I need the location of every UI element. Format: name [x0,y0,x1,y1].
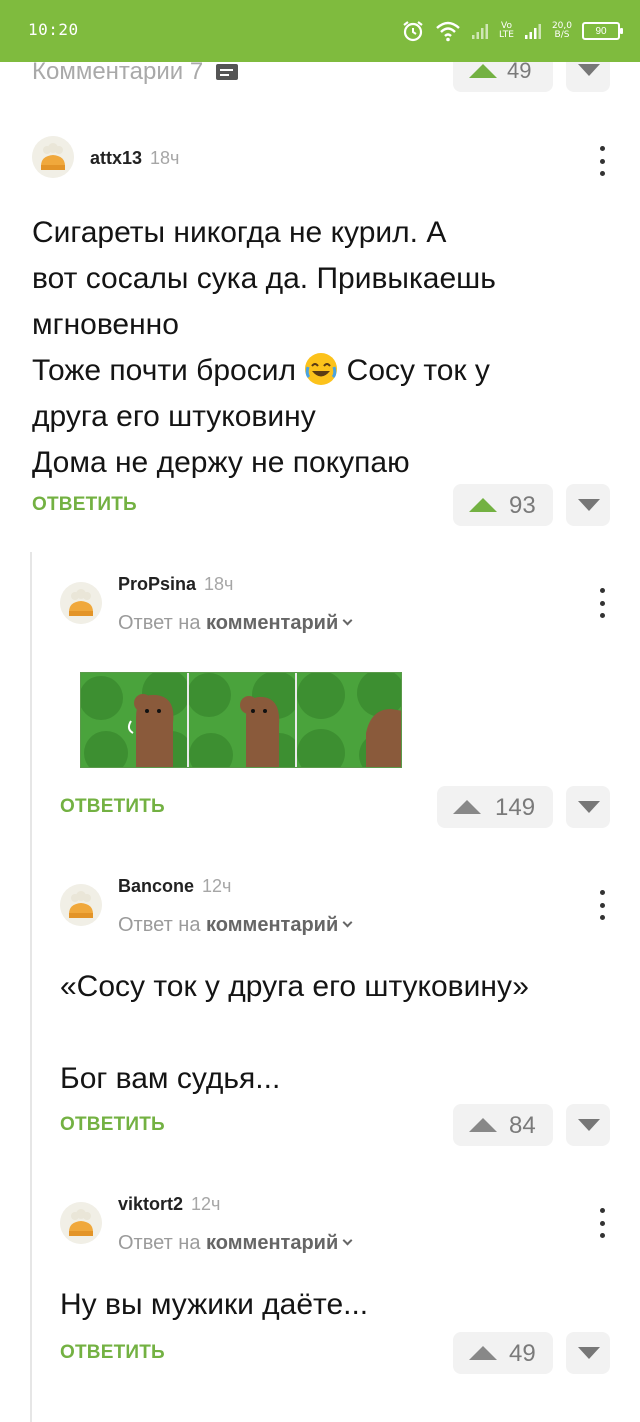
frame-3 [296,673,401,767]
status-bar: 10:20 Vo LTE 20,0 B/S 90 [0,0,640,62]
downvote-arrow-icon [578,1347,600,1359]
upvote-button[interactable]: 149 [437,786,553,828]
volte-indicator: Vo LTE [498,21,514,40]
more-options-icon[interactable] [598,1208,606,1238]
reply-button[interactable]: Ответить [60,796,165,818]
signal-icon-2 [524,22,542,40]
downvote-arrow-icon [578,1119,600,1131]
laughing-emoji-icon [304,352,338,386]
upvote-arrow-icon [469,64,497,78]
reply-button[interactable]: Ответить [60,1342,165,1364]
alarm-icon [401,19,425,43]
reply-to-link[interactable]: Ответ на комментарий [118,914,353,937]
comment-text: Ну вы мужики даёте... [60,1288,369,1321]
comment-text: Сигареты никогда не курил. А вот сосалы … [32,216,496,479]
post-downvote-button[interactable] [566,62,610,92]
upvote-arrow-icon [453,800,481,814]
comments-count-label: Комментарии 7 [32,62,204,85]
status-icons: Vo LTE 20,0 B/S 90 [401,16,623,46]
downvote-arrow-icon [578,499,600,511]
chevron-down-icon [342,1235,353,1246]
comment-time: 18ч [204,574,234,594]
upvote-arrow-icon [469,1346,497,1360]
signal-icon-1 [471,22,489,40]
downvote-button[interactable] [566,484,610,526]
comment-rating: 93 [509,492,536,519]
comment-header: attx13 18ч [32,136,610,180]
comment-time: 12ч [191,1194,221,1214]
comment-text: «Сосу ток у друга его штуковину» [60,970,529,1003]
frame-1 [81,673,193,767]
meme-image[interactable] [80,672,402,768]
comment-viktort2: viktort2 12ч Ответ на комментарий Ну вы м… [60,1192,610,1382]
comments-header: Комментарии 7 49 [0,62,640,92]
upvote-arrow-icon [469,1118,497,1132]
comment-attx13: attx13 18ч Сигареты никогда не курил. А в… [32,136,610,536]
comment-rating: 49 [509,1340,536,1367]
comment-rating: 149 [495,794,536,821]
upvote-arrow-icon [469,498,497,512]
comment-header: ProPsina 18ч [60,572,610,624]
avatar[interactable] [32,136,74,178]
comment-author[interactable]: Bancone 12ч [118,876,231,897]
comment-author[interactable]: ProPsina 18ч [118,574,233,595]
comment-header: viktort2 12ч [60,1192,610,1244]
reply-to-link[interactable]: Ответ на комментарий [118,612,353,635]
wifi-icon [435,20,461,42]
battery-icon: 90 [582,22,623,40]
comment-text: Бог вам судья... [60,1062,281,1095]
post-upvote-button[interactable]: 49 [453,62,553,92]
chevron-down-icon [342,615,353,626]
reply-button[interactable]: Ответить [32,494,137,516]
upvote-button[interactable]: 84 [453,1104,553,1146]
reply-to-link[interactable]: Ответ на комментарий [118,1232,353,1255]
thread-line [30,552,32,1422]
downvote-arrow-icon [578,801,600,813]
status-time: 10:20 [28,20,79,39]
more-options-icon[interactable] [598,588,606,618]
avatar[interactable] [60,582,102,624]
downvote-button[interactable] [566,1332,610,1374]
comment-bancone: Bancone 12ч Ответ на комментарий «Сосу то… [60,874,610,1146]
network-speed: 20,0 B/S [551,21,572,40]
more-options-icon[interactable] [598,890,606,920]
avatar[interactable] [60,884,102,926]
downvote-button[interactable] [566,786,610,828]
post-rating: 49 [507,62,532,83]
more-options-icon[interactable] [598,146,606,176]
downvote-button[interactable] [566,1104,610,1146]
frame-2 [187,673,301,767]
comment-icon [216,64,238,80]
comment-rating: 84 [509,1112,536,1139]
avatar[interactable] [60,1202,102,1244]
upvote-button[interactable]: 49 [453,1332,553,1374]
comment-time: 18ч [150,148,180,168]
comment-author[interactable]: attx13 18ч [90,148,179,169]
upvote-button[interactable]: 93 [453,484,553,526]
comment-header: Bancone 12ч [60,874,610,926]
reply-button[interactable]: Ответить [60,1114,165,1136]
comment-author[interactable]: viktort2 12ч [118,1194,220,1215]
downvote-arrow-icon [578,64,600,76]
chevron-down-icon [342,917,353,928]
comment-time: 12ч [202,876,232,896]
